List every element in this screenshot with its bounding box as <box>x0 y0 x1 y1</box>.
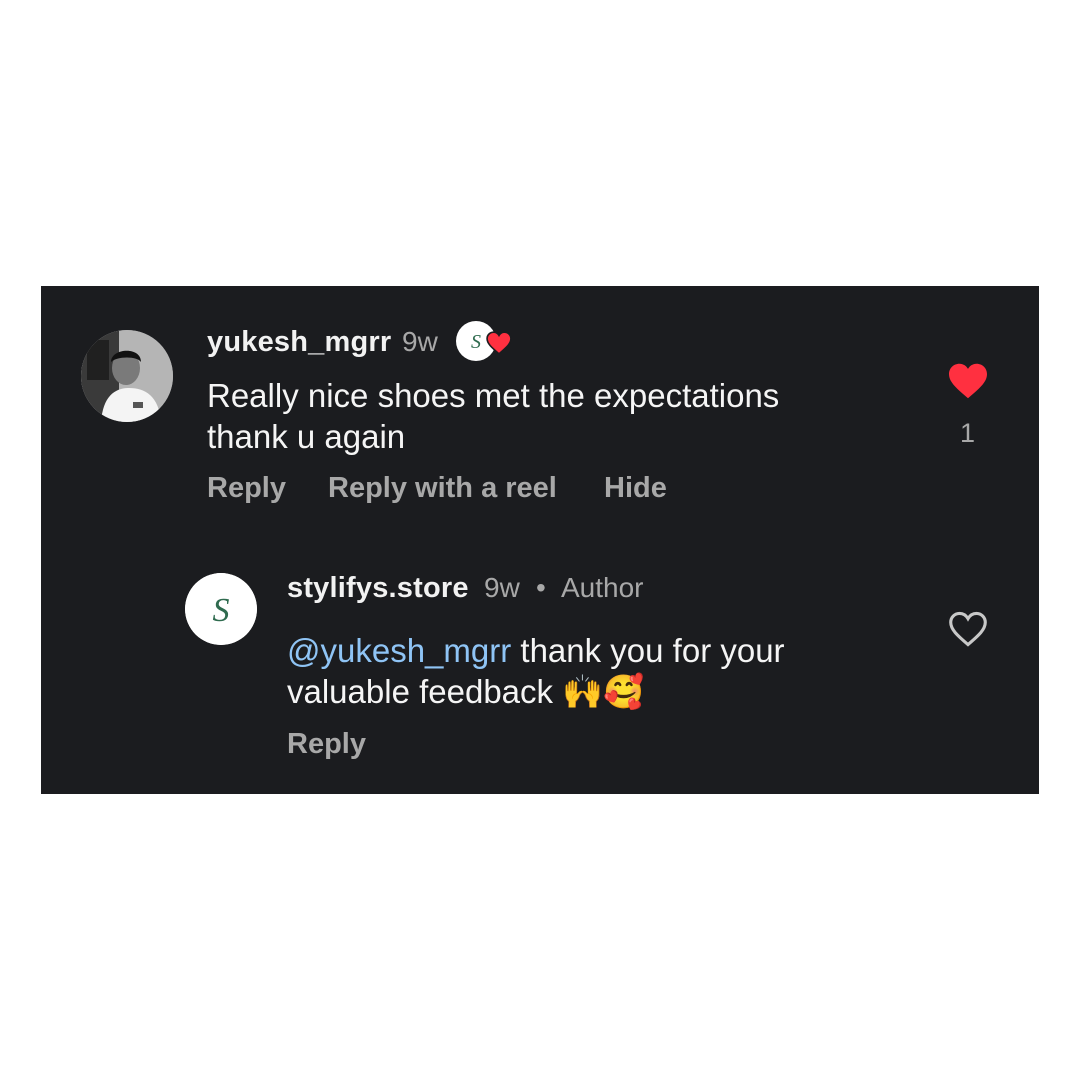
reply-reply-button[interactable]: Reply <box>287 728 366 761</box>
comments-panel <box>41 286 1039 794</box>
comment-username[interactable]: yukesh_mgrr <box>207 326 391 359</box>
like-count[interactable]: 1 <box>960 418 975 449</box>
comment-timestamp: 9w <box>402 326 438 357</box>
comment-text: Really nice shoes met the expectations t… <box>207 375 779 457</box>
reply-username[interactable]: stylifys.store <box>287 572 469 605</box>
reply-text-line-2: valuable feedback 🙌🥰 <box>287 671 785 712</box>
reply-button[interactable]: Reply <box>207 472 286 505</box>
reply-with-reel-button[interactable]: Reply with a reel <box>328 472 557 505</box>
comment-text-line-1: Really nice shoes met the expectations <box>207 377 780 414</box>
reply-timestamp: 9w <box>484 572 520 603</box>
svg-text:S: S <box>471 331 481 353</box>
store-avatar[interactable]: S <box>185 573 257 645</box>
emoji-reactions: 🙌🥰 <box>562 673 645 710</box>
mention-link[interactable]: @yukesh_mgrr <box>287 632 511 669</box>
heart-badge-icon <box>486 331 512 355</box>
comment-text-line-2: thank u again <box>207 418 406 455</box>
meta-separator: • <box>536 572 546 603</box>
svg-text:S: S <box>213 592 230 629</box>
user-avatar[interactable] <box>81 330 173 422</box>
heart-filled-icon[interactable] <box>947 362 989 400</box>
person-photo-icon <box>81 330 173 422</box>
reply-text-line-2-text: valuable feedback <box>287 673 554 710</box>
hide-button[interactable]: Hide <box>604 472 667 505</box>
store-logo-icon: S <box>185 573 257 645</box>
heart-outline-icon[interactable] <box>947 610 989 648</box>
author-label: Author <box>561 572 644 603</box>
reply-text: @yukesh_mgrr thank you for your valuable… <box>287 630 785 712</box>
reply-text-line-1-rest: thank you for your <box>511 632 785 669</box>
reply-text-line-1: @yukesh_mgrr thank you for your <box>287 630 785 671</box>
